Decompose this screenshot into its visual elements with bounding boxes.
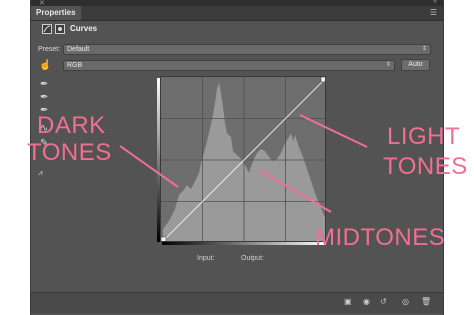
smooth-icon[interactable]: ⩘ <box>38 168 43 178</box>
panel-titlebar: Properties ☰ <box>31 6 443 21</box>
auto-button[interactable]: Auto <box>401 59 430 71</box>
output-label: Output: <box>241 255 264 262</box>
input-label: Input: <box>197 255 215 262</box>
hand-target-icon[interactable]: ☝ <box>39 61 51 71</box>
clip-to-layer-icon[interactable]: ▣ <box>344 298 352 306</box>
preset-value: Default <box>67 46 90 53</box>
black-eyedropper-icon[interactable]: ✒ <box>40 80 48 90</box>
annotation-midtones: MIDTONES <box>315 224 446 251</box>
annotation-dark-line1: DARK <box>37 112 106 139</box>
view-previous-icon[interactable]: ◉ <box>363 298 370 306</box>
gray-eyedropper-icon[interactable]: ✒ <box>40 93 48 103</box>
adjustment-title: Curves <box>70 24 98 33</box>
preset-label: Preset: <box>38 46 61 53</box>
annotation-light-line1: LIGHT <box>387 123 461 150</box>
panel-menu-icon[interactable]: ☰ <box>430 9 437 17</box>
reset-icon[interactable]: ↺ <box>380 298 387 306</box>
curve-point-white <box>320 77 325 83</box>
preset-select[interactable]: Default ⇕ <box>63 44 431 55</box>
channel-select[interactable]: RGB ⇕ <box>63 60 395 71</box>
mask-icon[interactable] <box>55 24 65 34</box>
trash-icon[interactable]: 🗑 <box>421 298 431 306</box>
annotation-light-line2: TONES <box>383 153 468 180</box>
curves-adjustment-icon <box>42 24 52 34</box>
panel-tab-properties[interactable]: Properties <box>31 6 81 20</box>
curves-graph[interactable] <box>160 76 326 242</box>
visibility-eye-icon[interactable]: ◎ <box>402 298 409 306</box>
chevron-updown-icon: ⇕ <box>385 62 391 68</box>
channel-value: RGB <box>67 62 83 69</box>
annotation-dark-line2: TONES <box>27 139 112 166</box>
chevron-updown-icon: ⇕ <box>421 46 427 52</box>
panel-footer: ▣ ◉ ↺ ◎ 🗑 <box>31 292 443 313</box>
input-gradient-bar <box>162 242 326 245</box>
collapse-panel-icon[interactable]: « <box>433 0 437 5</box>
